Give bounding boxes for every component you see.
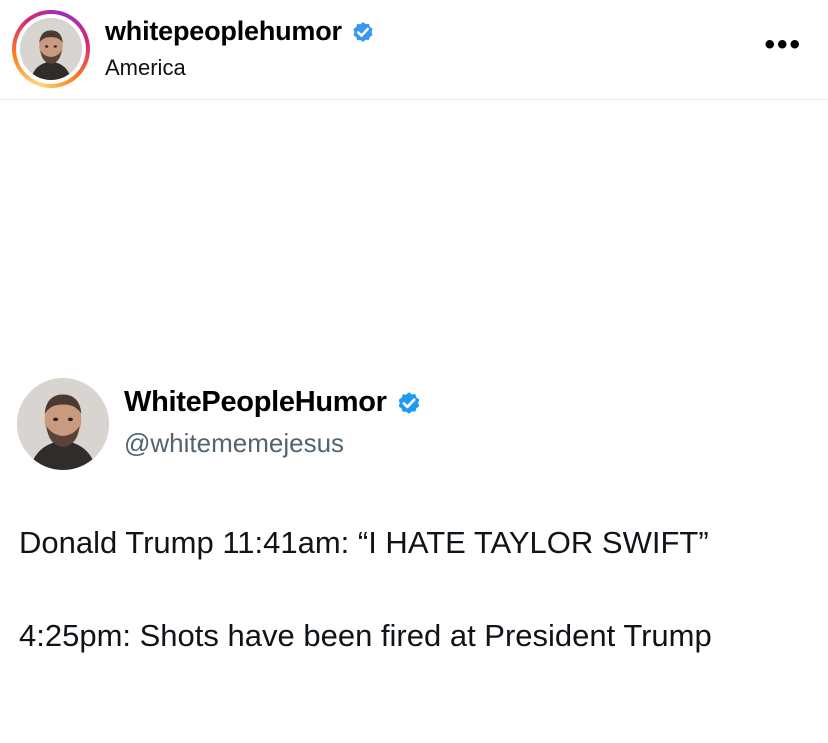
tweet-handle: @whitememejesus [124,428,345,458]
tweet-display-name: WhitePeopleHumor [124,386,387,418]
story-ring[interactable] [12,10,90,88]
tweet-avatar-image [17,378,109,470]
more-options-icon[interactable]: ••• [764,30,802,60]
verified-badge-icon [395,389,423,417]
username-row[interactable]: whitepeoplehumor [105,16,376,47]
avatar[interactable] [20,18,82,80]
tweet-text-line-1: Donald Trump 11:41am: “I HATE TAYLOR SWI… [19,525,709,560]
avatar-image [20,18,82,80]
username[interactable]: whitepeoplehumor [105,16,342,47]
verified-badge-icon [350,19,376,45]
post-header: whitepeoplehumor America ••• [0,0,828,100]
story-ring-gap [16,14,86,84]
tweet-text-line-2: 4:25pm: Shots have been fired at Preside… [19,618,712,653]
tweet-avatar [17,378,109,470]
location-label[interactable]: America [105,55,186,81]
tweet-display-name-row: WhitePeopleHumor [124,386,423,419]
